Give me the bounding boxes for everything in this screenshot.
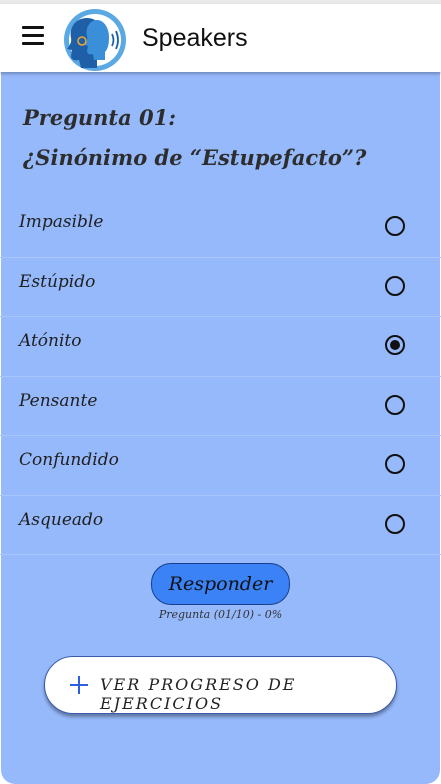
question-text: ¿Sinónimo de “Estupefacto”? xyxy=(23,145,367,170)
app-logo xyxy=(64,9,126,71)
option-label: Estúpido xyxy=(19,271,96,292)
answer-options: Impasible Estúpido Atónito Pensante Conf… xyxy=(0,198,441,555)
option-impasible[interactable]: Impasible xyxy=(0,198,441,258)
option-confundido[interactable]: Confundido xyxy=(0,436,441,496)
radio-button[interactable] xyxy=(385,275,405,296)
option-label: Impasible xyxy=(19,212,104,232)
view-progress-label: VER PROGRESO DE EJERCICIOS xyxy=(100,675,297,713)
respond-button[interactable]: Responder xyxy=(151,563,290,605)
option-label: Asqueado xyxy=(19,509,104,530)
option-asqueado[interactable]: Asqueado xyxy=(0,496,441,555)
question-progress: Pregunta (01/10) - 0% xyxy=(158,608,283,621)
radio-button[interactable] xyxy=(385,216,405,236)
plus-icon xyxy=(69,675,89,695)
radio-button-selected[interactable] xyxy=(385,335,405,355)
option-label: Atónito xyxy=(19,331,82,351)
option-label: Pensante xyxy=(19,390,98,411)
option-label: Confundido xyxy=(19,450,119,470)
option-pensante[interactable]: Pensante xyxy=(0,377,441,436)
question-number: Pregunta 01: xyxy=(23,105,177,130)
radio-button[interactable] xyxy=(385,454,405,474)
radio-button[interactable] xyxy=(385,513,405,534)
view-progress-button[interactable]: VER PROGRESO DE EJERCICIOS xyxy=(44,656,397,714)
menu-icon[interactable] xyxy=(22,26,46,48)
app-title: Speakers xyxy=(142,24,248,52)
app-bar: Speakers xyxy=(0,4,441,72)
radio-button[interactable] xyxy=(385,394,405,415)
option-atonito[interactable]: Atónito xyxy=(0,317,441,377)
question-block: Pregunta 01: ¿Sinónimo de “Estupefacto”? xyxy=(23,98,423,178)
option-estupido[interactable]: Estúpido xyxy=(0,258,441,317)
